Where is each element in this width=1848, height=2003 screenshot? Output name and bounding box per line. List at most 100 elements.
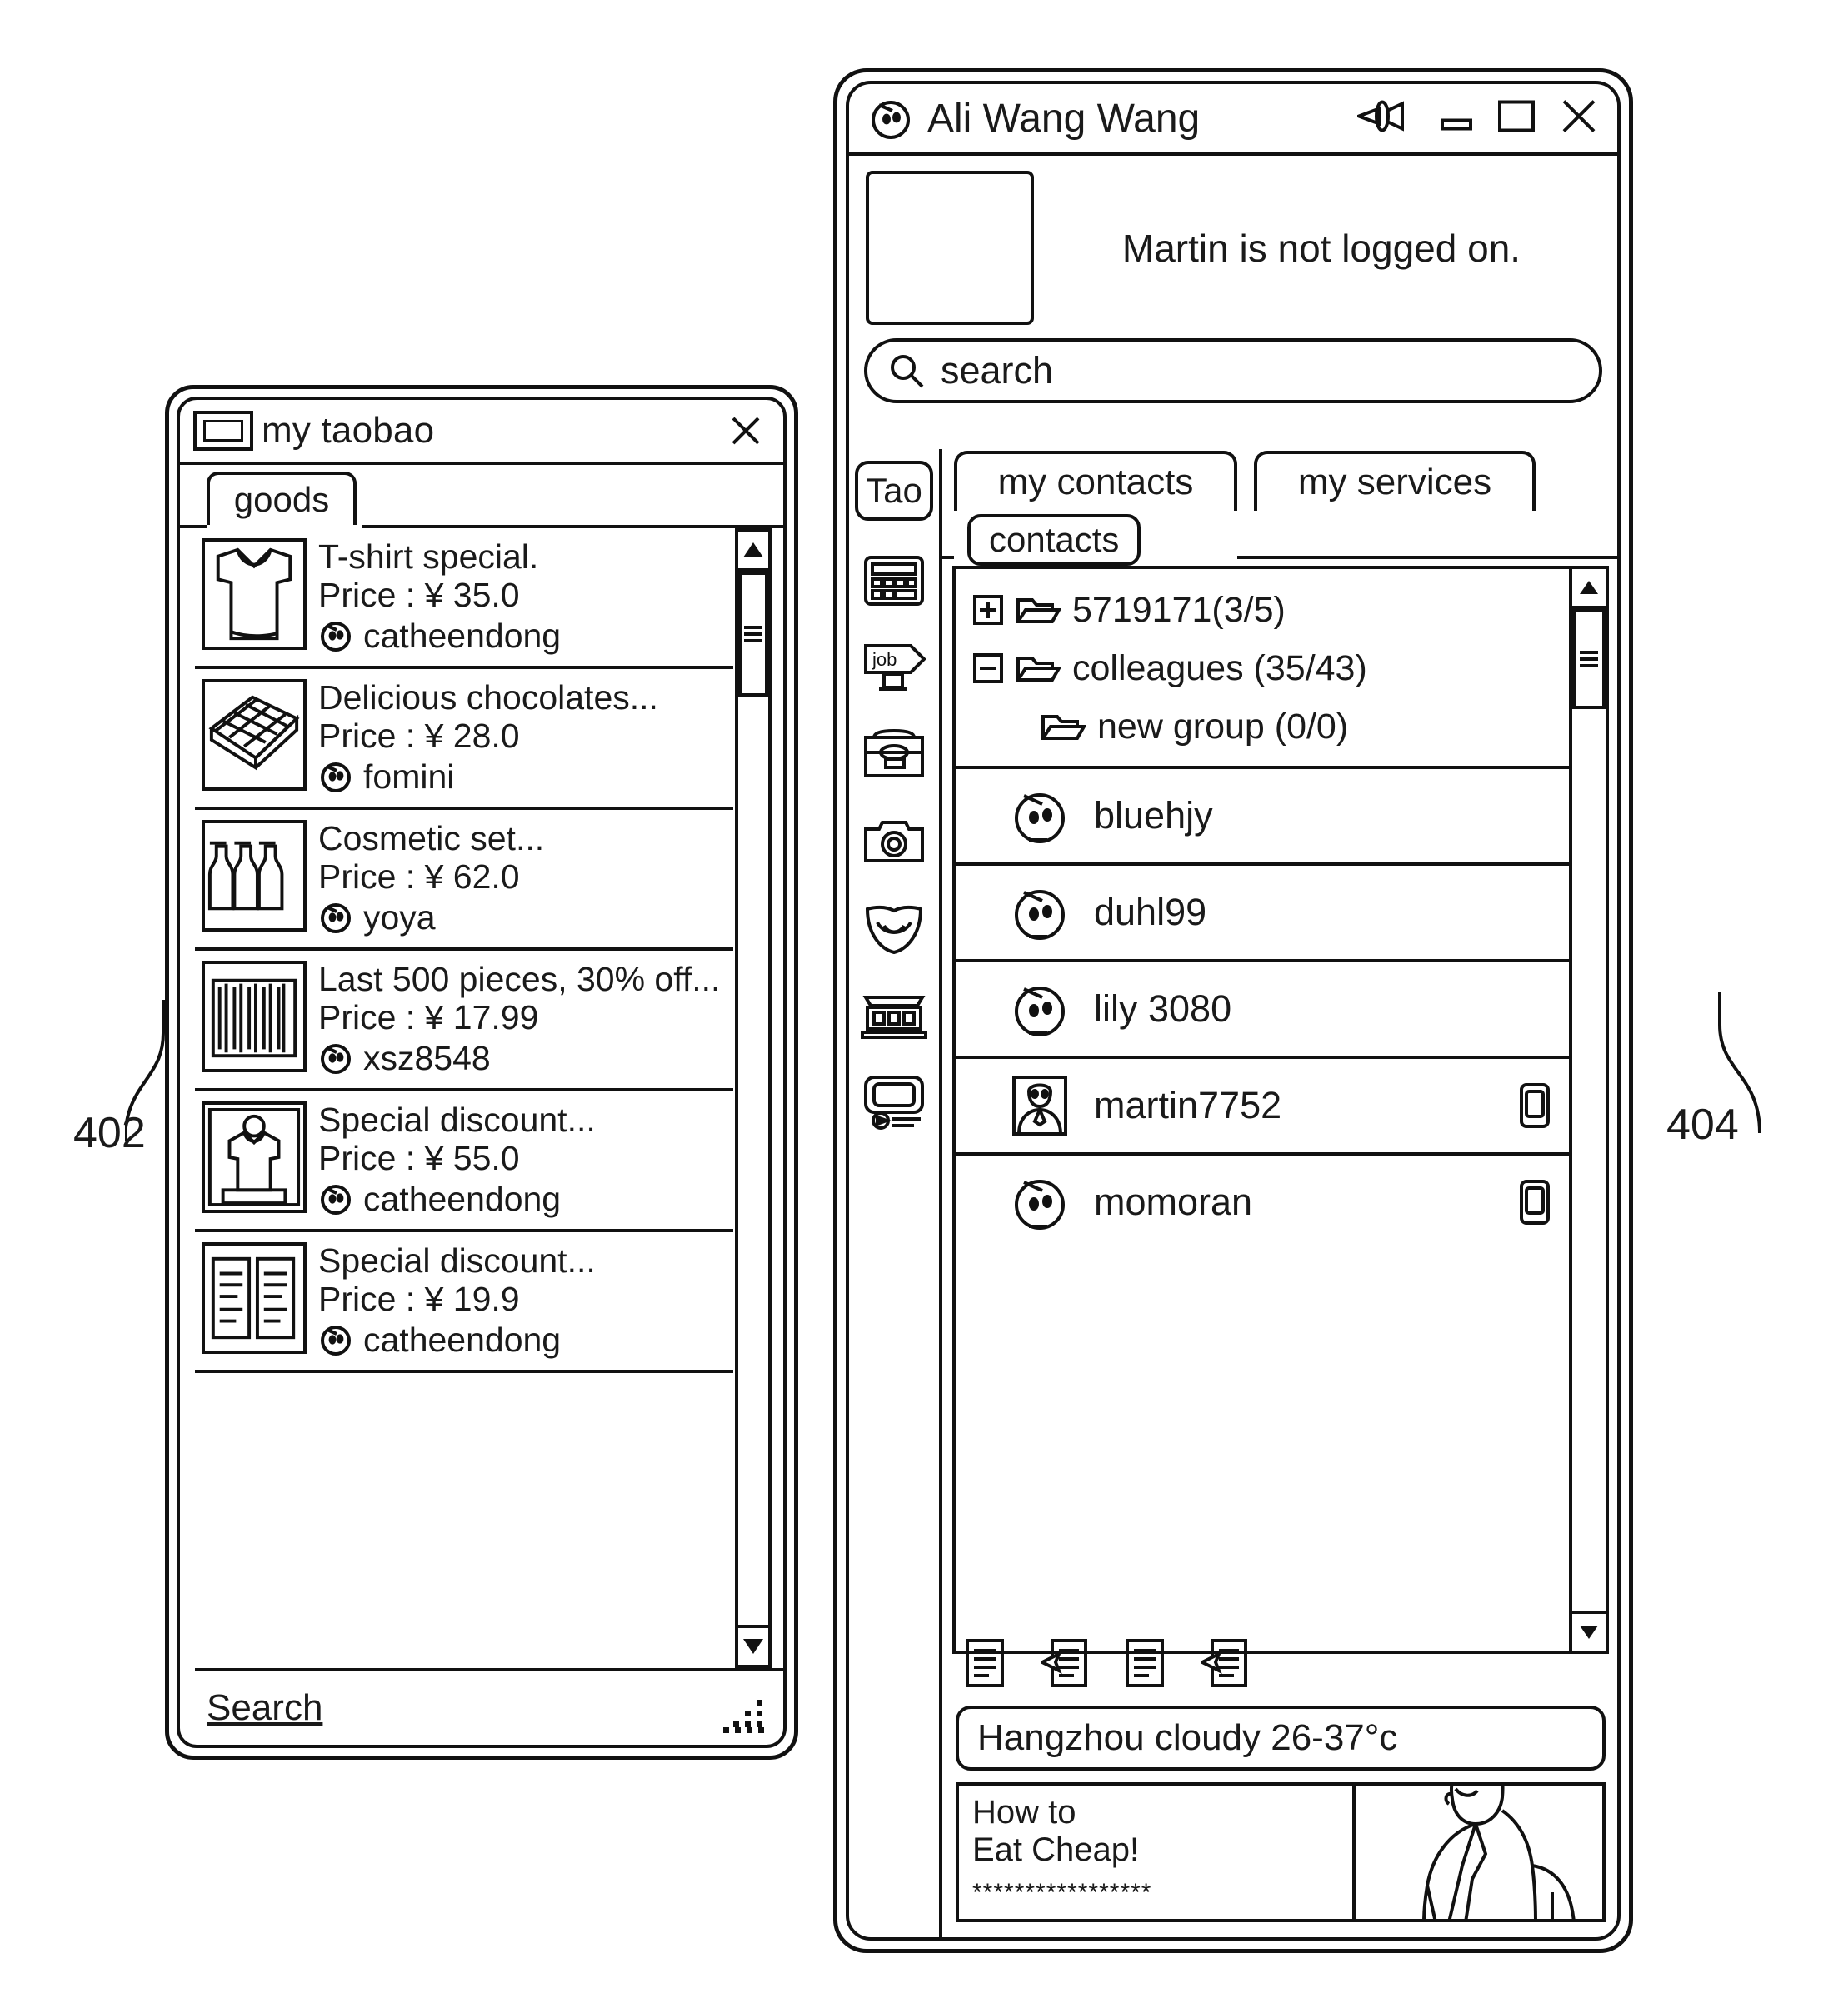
goods-list[interactable]: T-shirt special. Price : ¥ 35.0 catheend… — [195, 528, 733, 1668]
briefcase-icon[interactable] — [859, 724, 929, 786]
goods-scrollbar[interactable] — [735, 528, 772, 1668]
scrollbar-thumb[interactable] — [1572, 609, 1606, 709]
product-price: Price : ¥ 35.0 — [318, 576, 520, 615]
list-item-info: Delicious chocolates... Price : ¥ 28.0 f… — [318, 679, 733, 797]
aliww-window-title: Ali Wang Wang — [927, 96, 1201, 141]
close-icon[interactable] — [1559, 97, 1599, 141]
camera-icon[interactable] — [859, 811, 929, 872]
seller-name: catheendong — [363, 616, 562, 655]
list-item[interactable]: Cosmetic set... Price : ¥ 62.0 yoya — [195, 810, 733, 951]
contact-row[interactable]: momoran — [956, 1152, 1569, 1249]
taobao-window: my taobao goods T-shirt special. Price:… — [165, 385, 798, 1760]
resize-grip[interactable] — [723, 1700, 768, 1733]
ww-face-icon — [318, 900, 353, 935]
calculator-icon[interactable] — [859, 551, 929, 612]
scroll-up-arrow-icon[interactable] — [738, 532, 768, 572]
message-send-icon[interactable] — [1038, 1637, 1089, 1689]
product-price: Price : ¥ 28.0 — [318, 717, 520, 756]
list-item[interactable]: Delicious chocolates... Price : ¥ 28.0 f… — [195, 669, 733, 810]
folder-icon — [1015, 652, 1062, 685]
ww-face-icon — [867, 95, 914, 142]
list-item[interactable]: Last 500 pieces, 30% off... Price : ¥ 17… — [195, 951, 733, 1091]
group-row[interactable]: colleagues (35/43) — [956, 639, 1569, 697]
close-icon[interactable] — [730, 415, 762, 447]
message-send-icon[interactable] — [1198, 1637, 1249, 1689]
taobao-body: goods T-shirt special. Price: ¥ 35.0 ca… — [180, 465, 783, 1745]
seller-name: yoya — [363, 897, 436, 937]
minimize-icon[interactable] — [1439, 97, 1474, 140]
seller-name: fomini — [363, 757, 455, 796]
ww-face-icon — [1007, 880, 1072, 945]
contact-name: martin7752 — [1094, 1084, 1282, 1126]
tab-my-contacts[interactable]: my contacts — [954, 451, 1237, 511]
taobao-footer: Search — [195, 1668, 783, 1745]
ww-face-icon — [1007, 1170, 1072, 1235]
product-price: Price : ¥ 17.99 — [318, 998, 539, 1037]
mobile-icon[interactable] — [1516, 1081, 1554, 1130]
taobao-window-inner: my taobao goods T-shirt special. Price:… — [177, 397, 787, 1748]
tab-goods[interactable]: goods — [207, 472, 357, 525]
contact-row[interactable]: duhl99 — [956, 862, 1569, 959]
left-rail: Tao job — [849, 449, 942, 1937]
group-label: 5719171(3/5) — [1072, 589, 1286, 630]
message-icon[interactable] — [1121, 1637, 1169, 1689]
contacts-list[interactable]: 5719171(3/5) colleagues (35/43) new grou… — [956, 569, 1569, 1651]
list-item[interactable]: Special discount... Price : ¥ 55.0 cathe… — [195, 1091, 733, 1232]
tab-my-services[interactable]: my services — [1254, 451, 1536, 511]
job-signpost-icon[interactable]: job — [859, 637, 929, 699]
avatar[interactable] — [866, 171, 1034, 325]
contact-row[interactable]: lily 3080 — [956, 959, 1569, 1056]
product-seller: catheendong — [318, 1320, 733, 1360]
login-status-text: Martin is not logged on. — [1121, 226, 1521, 270]
aliww-window: Ali Wang Wang Martin is not logged on. s… — [833, 68, 1633, 1953]
ad-stars-2: ********************* — [972, 1916, 1352, 1919]
group-row[interactable]: 5719171(3/5) — [956, 581, 1569, 639]
ad-line-2: Eat Cheap! — [972, 1831, 1140, 1868]
search-icon — [887, 352, 926, 390]
list-item[interactable]: T-shirt special. Price : ¥ 35.0 catheend… — [195, 528, 733, 669]
cosmetics-thumbnail-icon — [202, 820, 307, 932]
media-player-icon[interactable] — [859, 1071, 929, 1132]
ad-stars-1: ***************** — [972, 1878, 1152, 1906]
rail-item-tao[interactable]: Tao — [855, 461, 933, 521]
pin-icon[interactable] — [1354, 97, 1417, 140]
taobao-window-title: my taobao — [262, 410, 435, 451]
contacts-scrollbar[interactable] — [1569, 569, 1606, 1651]
shop-icon[interactable] — [859, 984, 929, 1046]
ww-face-icon — [318, 1181, 353, 1216]
folder-icon — [1040, 710, 1087, 743]
list-item[interactable]: Special discount... Price : ¥ 19.9 cathe… — [195, 1232, 733, 1373]
taobao-titlebar: my taobao — [180, 400, 783, 465]
contact-row[interactable]: bluehjy — [956, 766, 1569, 862]
seller-name: xsz8548 — [363, 1038, 491, 1077]
folder-icon — [1015, 593, 1062, 627]
product-price: Price : ¥ 19.9 — [318, 1280, 520, 1319]
search-link[interactable]: Search — [207, 1687, 322, 1729]
group-row[interactable]: new group (0/0) — [956, 697, 1569, 756]
contact-name: lily 3080 — [1094, 987, 1232, 1030]
ad-banner[interactable]: How to Eat Cheap! ***************** ****… — [956, 1782, 1606, 1922]
weather-bar[interactable]: Hangzhou cloudy 26-37°c — [956, 1706, 1606, 1771]
plus-icon[interactable] — [972, 594, 1004, 626]
scroll-up-arrow-icon[interactable] — [1572, 569, 1606, 609]
minus-icon[interactable] — [972, 652, 1004, 684]
shield-leaf-icon[interactable] — [859, 897, 929, 959]
maximize-icon[interactable] — [1496, 97, 1537, 140]
ww-face-icon — [318, 759, 353, 794]
scrollbar-thumb[interactable] — [738, 572, 768, 697]
contact-row[interactable]: martin7752 — [956, 1056, 1569, 1152]
subtab-contacts[interactable]: contacts — [967, 514, 1141, 566]
scroll-down-arrow-icon[interactable] — [738, 1625, 768, 1665]
message-icon[interactable] — [961, 1637, 1009, 1689]
mobile-icon[interactable] — [1516, 1178, 1554, 1226]
scrollbar-track[interactable] — [738, 572, 768, 1625]
window-controls — [1354, 97, 1599, 141]
product-name: Delicious chocolates... — [318, 678, 658, 717]
patent-figure: my taobao goods T-shirt special. Price:… — [0, 0, 1848, 2003]
seller-name: catheendong — [363, 1179, 562, 1218]
search-input[interactable]: search — [864, 338, 1602, 403]
product-name: Cosmetic set... — [318, 819, 545, 857]
ww-face-icon — [318, 1322, 353, 1357]
scrollbar-track[interactable] — [1572, 609, 1606, 1611]
ad-line-1: How to — [972, 1794, 1076, 1831]
